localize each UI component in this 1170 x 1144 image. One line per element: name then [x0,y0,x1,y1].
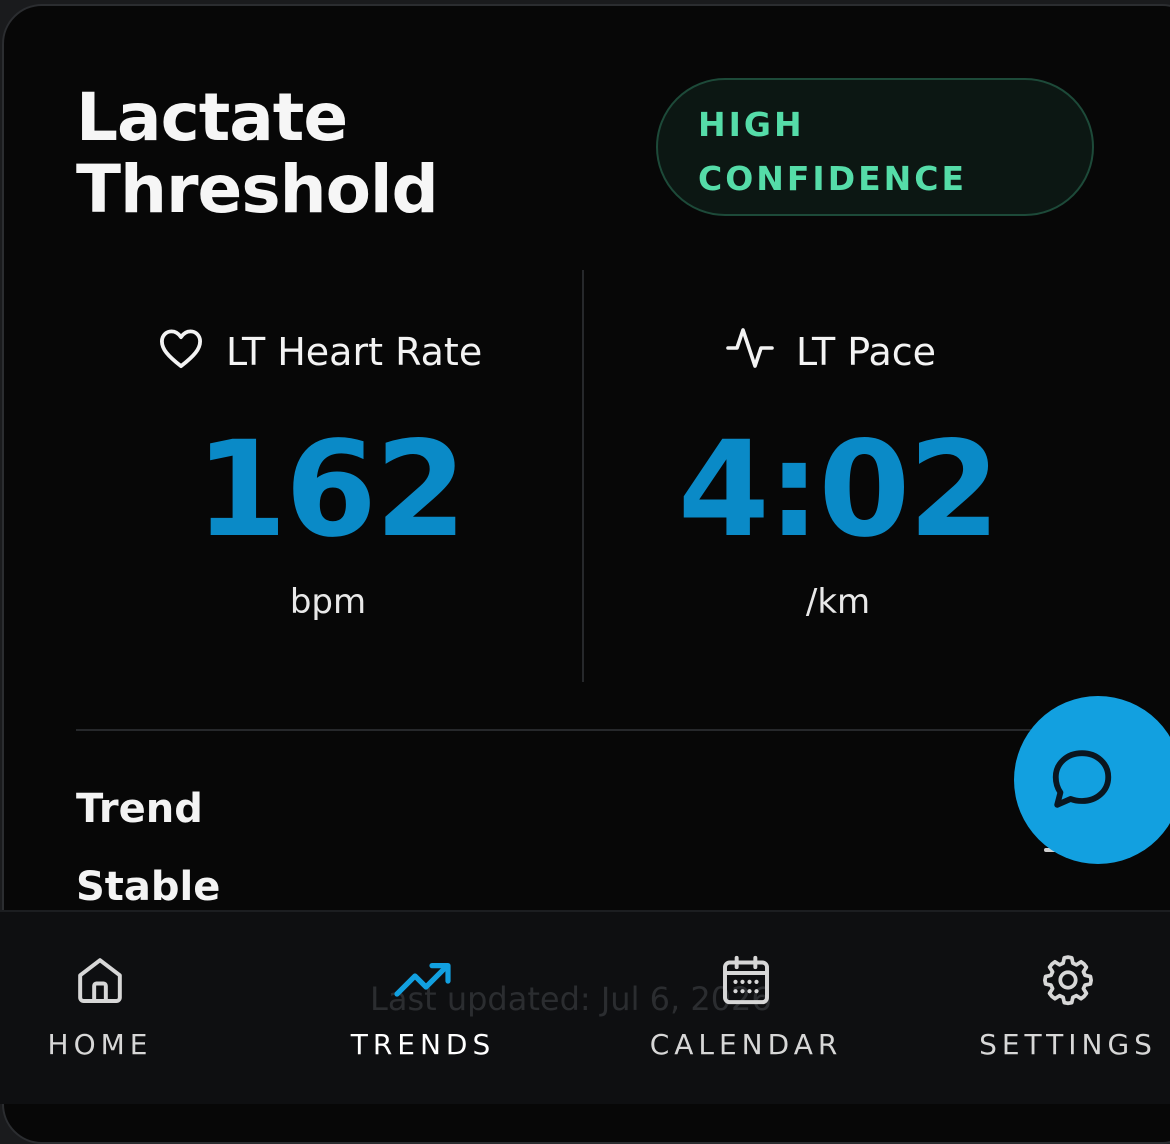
nav-label-home: HOME [47,1028,153,1061]
nav-item-trends[interactable]: TRENDS [313,950,533,1061]
lt-pace-unit: /km [805,582,871,622]
gear-icon [1038,950,1098,1010]
title-line-2: Threshold [76,151,439,228]
chat-fab-button[interactable] [1014,696,1170,864]
confidence-line-1: HIGH [698,105,805,144]
trend-value: Stable [76,864,221,910]
confidence-line-2: CONFIDENCE [698,159,968,198]
lt-pace-label-row: LT Pace [726,326,936,378]
nav-label-trends: TRENDS [350,1028,496,1061]
calendar-icon [716,950,776,1010]
lt-heart-rate-unit: bpm [289,582,367,622]
nav-label-settings: SETTINGS [979,1028,1157,1061]
nav-item-settings[interactable]: SETTINGS [958,950,1170,1061]
metrics-divider [582,270,584,682]
nav-label-calendar: CALENDAR [649,1028,843,1061]
trend-label: Trend [76,786,203,832]
trending-up-icon [393,950,453,1010]
home-icon [70,950,130,1010]
chat-bubble-icon [1052,750,1112,808]
section-divider [76,729,1076,731]
nav-item-calendar[interactable]: CALENDAR [636,950,856,1061]
lt-heart-rate-value: 162 [195,413,467,567]
lt-pace-value: 4:02 [677,413,1000,567]
heart-icon [158,327,204,378]
confidence-badge: HIGH CONFIDENCE [656,78,1094,216]
card-title: Lactate Threshold [76,82,496,226]
lt-heart-rate-label: LT Heart Rate [226,330,483,374]
activity-pulse-icon [726,326,774,379]
lt-pace-label: LT Pace [796,330,936,374]
title-line-1: Lactate [76,79,348,156]
lt-heart-rate-label-row: LT Heart Rate [158,326,482,378]
nav-item-home[interactable]: HOME [0,950,210,1061]
